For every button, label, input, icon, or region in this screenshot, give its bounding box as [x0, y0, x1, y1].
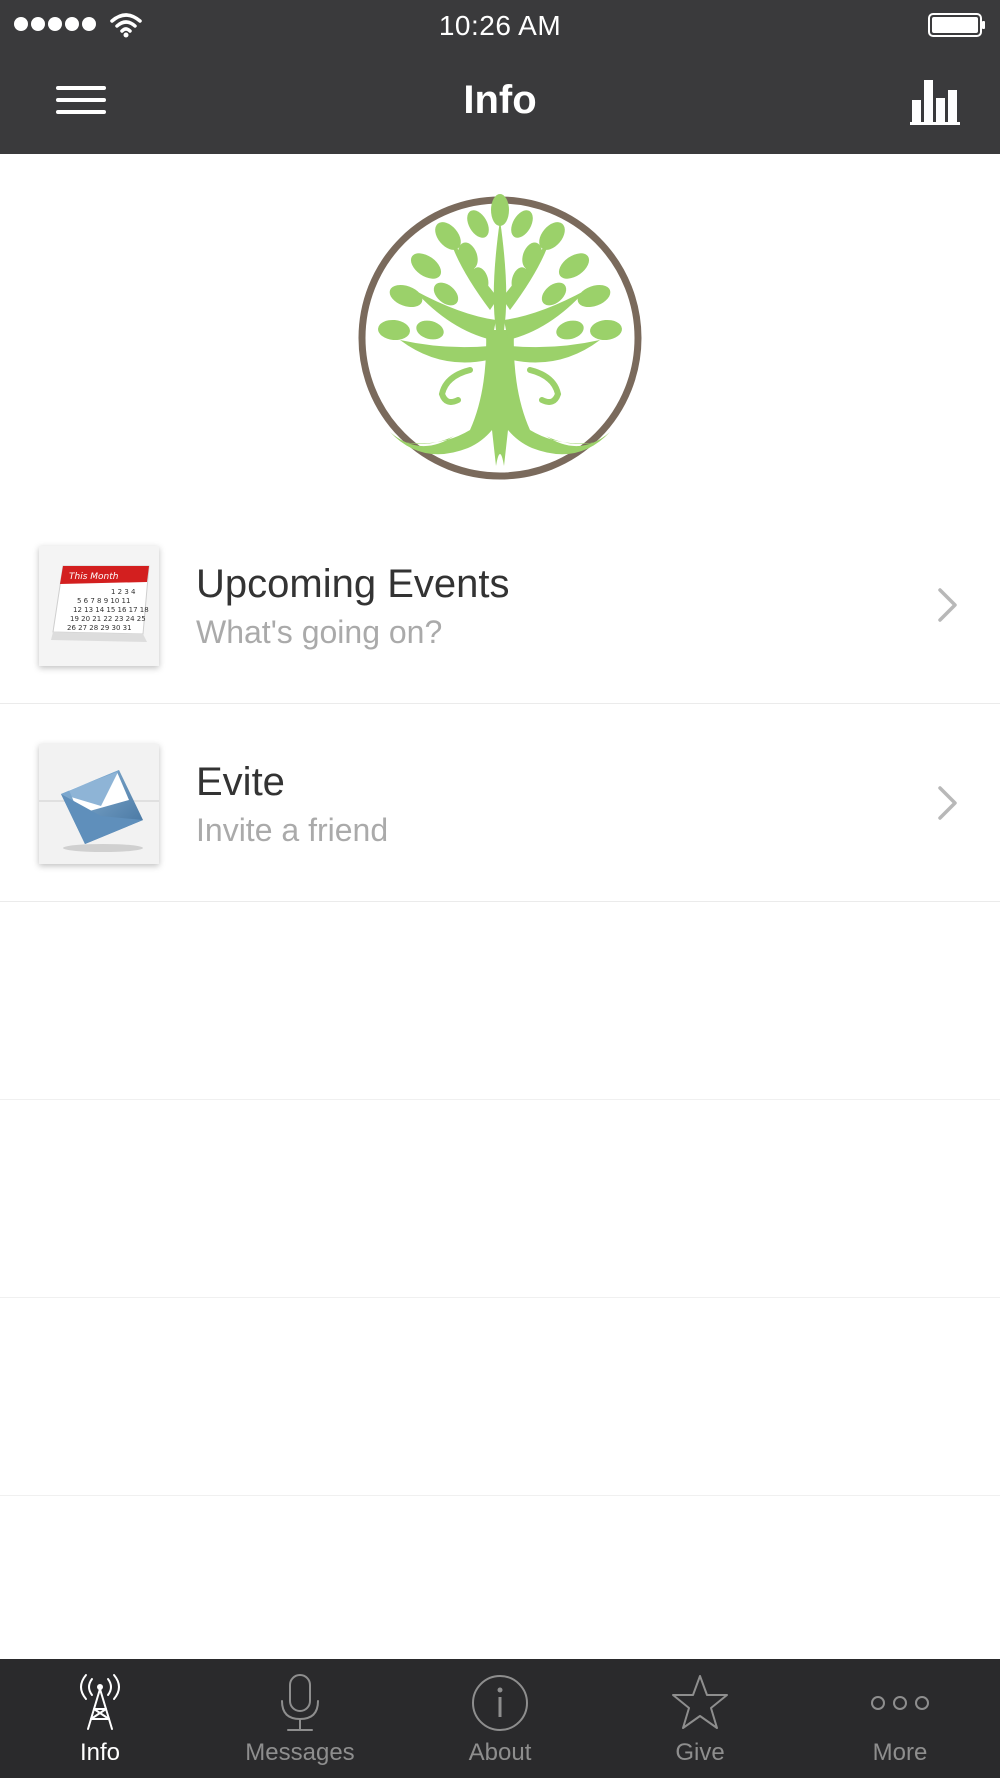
- list-item-subtitle: Invite a friend: [196, 812, 389, 848]
- list-item-title: Upcoming Events: [196, 562, 510, 606]
- svg-text:5 6 7 8 9 10 11: 5 6 7 8 9 10 11: [77, 597, 130, 605]
- tab-messages[interactable]: Messages: [200, 1659, 400, 1778]
- empty-list-row: [0, 1298, 1000, 1496]
- list-item-evite[interactable]: Evite Invite a friend: [0, 704, 1000, 902]
- list-item-upcoming-events[interactable]: This Month 1 2 3 4 5 6 7 8 9 10 11 12 13…: [0, 506, 1000, 704]
- chevron-right-icon: [938, 786, 957, 820]
- status-time: 10:26 AM: [438, 10, 562, 41]
- svg-text:12 13 14 15 16 17 18: 12 13 14 15 16 17 18: [73, 606, 149, 614]
- info-circle-icon: [472, 1675, 528, 1731]
- bar-chart-icon[interactable]: [910, 76, 964, 126]
- envelope-icon: [39, 744, 159, 864]
- tab-bar: Info Messages About Give More: [0, 1659, 1000, 1778]
- calendar-caption: This Month: [69, 572, 119, 582]
- calendar-icon: This Month 1 2 3 4 5 6 7 8 9 10 11 12 13…: [39, 546, 159, 666]
- star-icon: [672, 1675, 728, 1729]
- page-title: Info: [463, 78, 537, 122]
- tab-about[interactable]: About: [400, 1659, 600, 1778]
- list-item-subtitle: What's going on?: [196, 614, 443, 650]
- more-dots-icon: [871, 1696, 929, 1710]
- tree-logo: [358, 194, 642, 480]
- radio-tower-icon: [80, 1674, 120, 1730]
- tab-label: About: [468, 1739, 532, 1766]
- tab-label: Give: [675, 1739, 725, 1766]
- status-bar: 10:26 AM: [0, 0, 1000, 50]
- empty-list-row: [0, 1100, 1000, 1298]
- tab-more[interactable]: More: [800, 1659, 1000, 1778]
- navigation-bar: Info: [0, 50, 1000, 154]
- battery-icon: [928, 13, 985, 37]
- microphone-icon: [281, 1674, 319, 1731]
- tab-label: More: [872, 1739, 928, 1766]
- info-list: This Month 1 2 3 4 5 6 7 8 9 10 11 12 13…: [0, 506, 1000, 1496]
- chevron-right-icon: [938, 588, 957, 622]
- calendar-thumbnail: This Month 1 2 3 4 5 6 7 8 9 10 11 12 13…: [39, 546, 159, 666]
- list-item-title: Evite: [196, 760, 285, 804]
- svg-text:19 20 21 22 23 24 25: 19 20 21 22 23 24 25: [70, 615, 146, 623]
- tab-label: Messages: [245, 1739, 355, 1766]
- svg-text:26 27 28 29 30 31: 26 27 28 29 30 31: [67, 624, 132, 632]
- empty-list-row: [0, 902, 1000, 1100]
- tab-info[interactable]: Info: [0, 1659, 200, 1778]
- envelope-thumbnail: [39, 744, 159, 864]
- tab-label: Info: [79, 1739, 121, 1766]
- svg-text:1 2 3 4: 1 2 3 4: [111, 588, 136, 596]
- tab-give[interactable]: Give: [600, 1659, 800, 1778]
